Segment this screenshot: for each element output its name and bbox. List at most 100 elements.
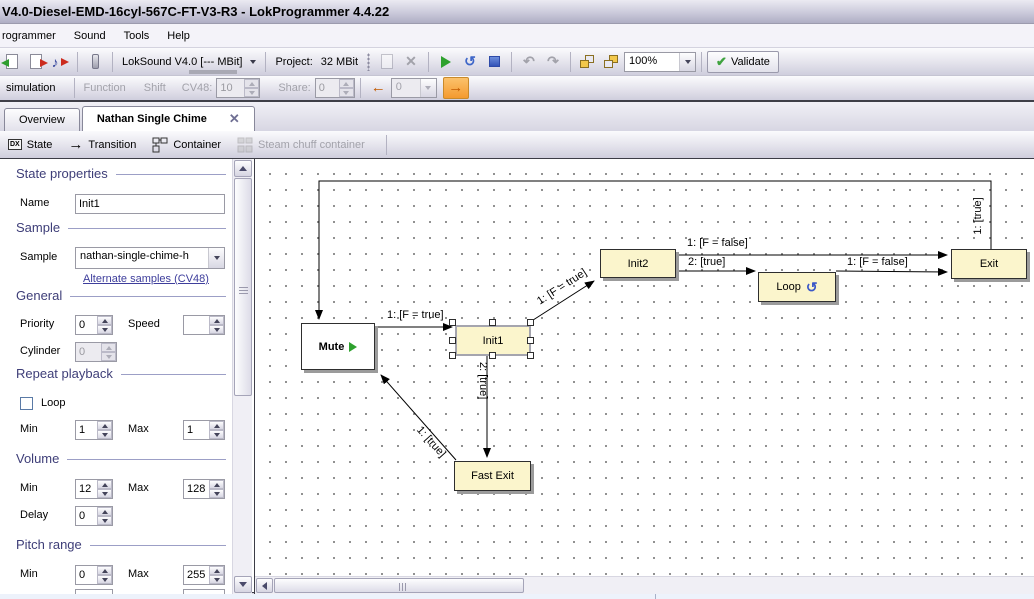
pitch-min-label: Min <box>20 568 38 580</box>
bring-front-button[interactable] <box>576 50 600 74</box>
repeat-min-input[interactable] <box>76 421 97 439</box>
delay-spinner[interactable] <box>75 506 113 526</box>
zoom-dropdown[interactable]: 100% <box>624 52 696 72</box>
volume-max-input[interactable] <box>184 480 209 498</box>
state-node-init2[interactable]: Init2 <box>600 249 676 278</box>
loop-play-button[interactable]: ↺ <box>458 50 482 74</box>
transition-label[interactable]: 2: [true] <box>477 362 489 399</box>
scroll-up-button[interactable] <box>234 160 252 177</box>
spin-up-button[interactable] <box>209 480 224 489</box>
transition-label[interactable]: 1: [F = false] <box>687 237 748 249</box>
speed-spinner[interactable] <box>183 315 225 335</box>
pitch-min-spinner[interactable] <box>75 565 113 585</box>
scroll-down-button[interactable] <box>234 576 252 593</box>
close-icon[interactable]: ✕ <box>229 111 240 127</box>
add-state-button[interactable]: DX State <box>8 139 52 151</box>
status-bar <box>0 594 1034 599</box>
speed-input[interactable] <box>184 316 209 334</box>
volume-min-input[interactable] <box>76 480 97 498</box>
alternate-samples-link[interactable]: Alternate samples (CV48) <box>83 273 209 285</box>
priority-spinner[interactable] <box>75 315 113 335</box>
nav-back-arrow-icon[interactable]: ← <box>366 82 391 94</box>
stop-button[interactable] <box>482 50 506 74</box>
spin-down-button[interactable] <box>209 575 224 584</box>
add-container-button[interactable]: Container <box>152 137 221 153</box>
spin-down-button[interactable] <box>97 575 112 584</box>
selection-handle[interactable] <box>527 352 534 359</box>
selection-handle[interactable] <box>449 319 456 326</box>
spin-up-button[interactable] <box>209 421 224 430</box>
spin-down-button[interactable] <box>97 516 112 525</box>
transition-label[interactable]: 2: [true] <box>688 256 725 268</box>
state-node-loop[interactable]: Loop ↺ <box>758 272 836 302</box>
pitch-max-input[interactable] <box>184 566 209 584</box>
menu-programmer[interactable]: rogrammer <box>0 27 65 45</box>
menu-tools[interactable]: Tools <box>115 27 159 45</box>
scrollbar-thumb[interactable] <box>274 578 524 593</box>
spin-up-button[interactable] <box>209 566 224 575</box>
spin-up-button[interactable] <box>97 566 112 575</box>
selection-handle[interactable] <box>449 352 456 359</box>
state-node-exit[interactable]: Exit <box>951 249 1027 279</box>
loop-checkbox[interactable] <box>20 397 33 410</box>
name-input[interactable] <box>75 194 225 214</box>
sample-dropdown-button[interactable] <box>208 248 224 268</box>
spin-down-button[interactable] <box>97 489 112 498</box>
priority-input[interactable] <box>76 316 97 334</box>
spin-up-button[interactable] <box>97 421 112 430</box>
add-transition-button[interactable]: → Transition <box>68 139 136 151</box>
repeat-max-input[interactable] <box>184 421 209 439</box>
open-project-button[interactable] <box>0 50 24 74</box>
spin-down-button[interactable] <box>209 430 224 439</box>
repeat-min-spinner[interactable] <box>75 420 113 440</box>
volume-min-spinner[interactable] <box>75 479 113 499</box>
delay-input[interactable] <box>76 507 97 525</box>
transition-fastexit-mute[interactable] <box>381 375 456 460</box>
selection-handle[interactable] <box>449 337 456 344</box>
panel-scrollbar[interactable] <box>232 159 252 594</box>
state-diagram-canvas[interactable]: 1: [F = true] 1: [F = true] 1: [F = fals… <box>254 159 1034 594</box>
sample-dropdown[interactable]: nathan-single-chime-h <box>75 247 225 269</box>
spin-down-button[interactable] <box>97 325 112 334</box>
scrollbar-thumb[interactable] <box>234 178 252 396</box>
zoom-dropdown-button[interactable] <box>679 53 695 71</box>
pitch-max-spinner[interactable] <box>183 565 225 585</box>
transition-label[interactable]: 1: [F = true] <box>521 257 603 316</box>
state-node-fast-exit[interactable]: Fast Exit <box>454 461 531 491</box>
decoder-type-dropdown[interactable]: LokSound V4.0 [--- MBit] <box>118 54 260 70</box>
share-label-disabled: Share: <box>274 82 314 94</box>
transition-label[interactable]: 1: [true] <box>408 417 454 467</box>
selection-handle[interactable] <box>489 319 496 326</box>
repeat-max-spinner[interactable] <box>183 420 225 440</box>
nav-forward-button[interactable]: → <box>443 77 469 99</box>
spin-up-button[interactable] <box>97 316 112 325</box>
transition-label[interactable]: 1: [true] <box>972 193 984 239</box>
canvas-hscrollbar[interactable] <box>255 576 1034 594</box>
volume-max-spinner[interactable] <box>183 479 225 499</box>
scroll-left-button[interactable] <box>256 578 273 593</box>
transition-label[interactable]: 1: [F = false] <box>847 256 908 268</box>
spin-down-button[interactable] <box>209 325 224 334</box>
send-back-button[interactable] <box>600 50 624 74</box>
menu-sound[interactable]: Sound <box>65 27 115 45</box>
spin-up-button[interactable] <box>97 507 112 516</box>
spin-up-button[interactable] <box>97 480 112 489</box>
write-sound-button[interactable]: ♪ <box>48 50 72 74</box>
pitch-min-input[interactable] <box>76 566 97 584</box>
spin-down-button[interactable] <box>97 430 112 439</box>
write-project-button[interactable] <box>24 50 48 74</box>
tab-overview[interactable]: Overview <box>4 108 80 131</box>
menu-help[interactable]: Help <box>158 27 199 45</box>
spin-down-button[interactable] <box>209 489 224 498</box>
selection-handle[interactable] <box>527 337 534 344</box>
programmer-device-button[interactable] <box>83 50 107 74</box>
selection-handle[interactable] <box>527 319 534 326</box>
transition-loop-exit[interactable] <box>836 271 947 272</box>
state-node-mute[interactable]: Mute <box>301 323 375 370</box>
transition-label[interactable]: 1: [F = true] <box>387 309 444 321</box>
tab-nathan-single-chime[interactable]: Nathan Single Chime ✕ <box>82 106 255 131</box>
play-button[interactable] <box>434 50 458 74</box>
spin-up-button[interactable] <box>209 316 224 325</box>
validate-button[interactable]: ✔ Validate <box>707 51 779 73</box>
selection-handle[interactable] <box>489 352 496 359</box>
